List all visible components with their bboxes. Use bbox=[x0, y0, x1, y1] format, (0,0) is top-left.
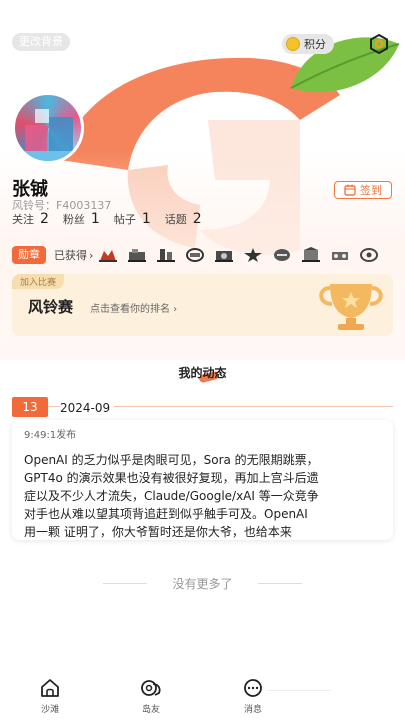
medal-4-icon bbox=[186, 248, 205, 262]
bottom-tabbar: 沙滩 岛友 消息 bbox=[0, 672, 405, 720]
medal-row[interactable]: 勋章 已获得 › bbox=[12, 244, 405, 266]
post-line: 用一颗 证明了，你大爷暂时还是你大爷，也给本来 bbox=[24, 525, 292, 539]
medal-2-icon bbox=[128, 249, 147, 262]
post-body: OpenAI 的乏力似乎是肉眼可见，Sora 的无限期跳票， GPT4o 的演示… bbox=[24, 451, 381, 541]
feed-title: 我的动态 bbox=[178, 366, 227, 380]
no-more-text: 没有更多了 bbox=[172, 577, 233, 591]
date-day-badge: 13 bbox=[12, 397, 48, 417]
tab-beach-label: 沙滩 bbox=[40, 705, 59, 715]
contest-card[interactable]: 加入比赛 风铃赛 点击查看你的排名 › bbox=[12, 274, 393, 336]
message-icon bbox=[244, 679, 262, 697]
tab-messages[interactable]: 消息 bbox=[223, 678, 283, 715]
stat-fans[interactable]: 粉丝 1 bbox=[63, 211, 100, 227]
stat-posts[interactable]: 帖子 1 bbox=[114, 211, 151, 227]
medal-9-icon bbox=[332, 252, 349, 260]
tab-friends[interactable]: 岛友 bbox=[121, 678, 181, 715]
medal-5-icon bbox=[215, 251, 234, 262]
post-line: 症以及不少人才流失，Claude/Google/xAI 等一众竞争 bbox=[24, 489, 319, 503]
checkin-button[interactable]: 签到 bbox=[334, 181, 392, 199]
home-icon bbox=[41, 679, 59, 697]
contest-tag: 加入比赛 bbox=[12, 274, 65, 289]
tab-beach[interactable]: 沙滩 bbox=[20, 678, 80, 715]
points-label: 积分 bbox=[304, 38, 326, 51]
medal-6-icon bbox=[244, 248, 263, 262]
profile-stats: 关注 2 粉丝 1 帖子 1 话题 2 bbox=[12, 211, 202, 227]
post-line: OpenAI 的乏力似乎是肉眼可见，Sora 的无限期跳票， bbox=[24, 453, 319, 467]
medal-arrow-icon: › bbox=[89, 248, 94, 262]
medal-obtained-label: 已获得 bbox=[54, 249, 87, 262]
medal-7-icon bbox=[274, 249, 291, 261]
stat-topics[interactable]: 话题 2 bbox=[165, 211, 202, 227]
post-line: 对手也从难以望其项背追赶到似乎触手可及。OpenAI bbox=[24, 507, 308, 521]
points-button[interactable]: 积分 bbox=[282, 34, 334, 54]
checkin-label: 签到 bbox=[360, 184, 382, 197]
tab-friends-label: 岛友 bbox=[141, 705, 160, 715]
medal-10-icon bbox=[360, 248, 379, 262]
tab-divider bbox=[267, 690, 331, 691]
stat-following[interactable]: 关注 2 bbox=[12, 211, 49, 227]
calendar-icon bbox=[344, 184, 356, 196]
no-more-divider-right bbox=[258, 583, 302, 584]
post-card[interactable]: 9:49:1发布 OpenAI 的乏力似乎是肉眼可见，Sora 的无限期跳票， … bbox=[12, 420, 393, 540]
contest-title: 风铃赛 bbox=[28, 298, 74, 316]
change-background-button[interactable]: 更改背景 bbox=[12, 33, 70, 51]
date-month: 2024-09 bbox=[60, 401, 115, 415]
medal-tag: 勋章 bbox=[12, 246, 46, 264]
coin-icon bbox=[286, 37, 300, 51]
post-time: 9:49:1发布 bbox=[24, 430, 77, 441]
medal-8-icon bbox=[302, 247, 321, 262]
medal-1-icon bbox=[99, 250, 118, 262]
contest-ranking-link[interactable]: 点击查看你的排名 › bbox=[90, 300, 177, 315]
avatar[interactable] bbox=[12, 92, 84, 164]
trophy-icon bbox=[319, 284, 383, 330]
friends-icon bbox=[141, 680, 161, 696]
medal-3-icon bbox=[157, 249, 176, 262]
post-line: GPT4o 的演示效果也没有被很好复现，再加上宫斗后遗 bbox=[24, 471, 319, 485]
tab-messages-label: 消息 bbox=[243, 705, 262, 715]
settings-hexagon-icon[interactable] bbox=[368, 33, 390, 55]
